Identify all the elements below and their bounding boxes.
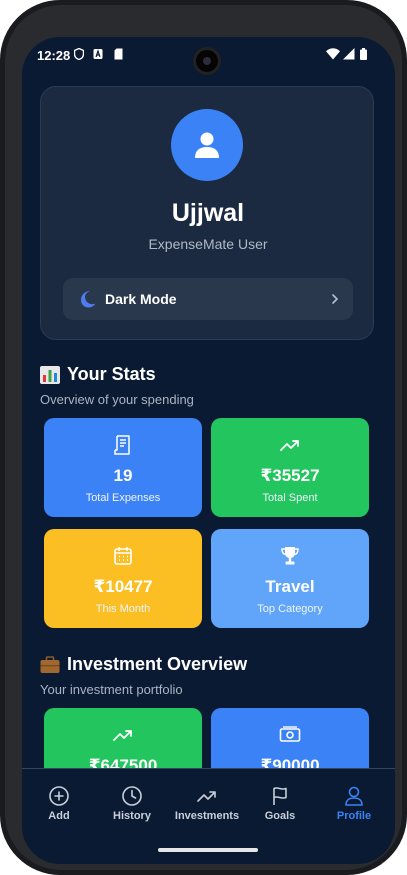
- moon-icon: [81, 291, 96, 308]
- front-camera: [193, 47, 221, 75]
- trending-up-icon: [280, 440, 299, 451]
- nav-item-goals[interactable]: Goals: [243, 785, 317, 822]
- stats-title-text: Your Stats: [67, 364, 156, 384]
- stats-subtitle: Overview of your spending: [40, 392, 194, 407]
- trending-up-icon: [197, 791, 216, 802]
- nav-label: Add: [48, 810, 70, 822]
- investment-title-text: Investment Overview: [67, 654, 248, 674]
- phone-bezel: 12:28 Ujjwal ExpenseMate User Dark Mode …: [5, 5, 402, 870]
- stat-value: ₹10477: [93, 577, 153, 596]
- stat-card-top-category[interactable]: Travel Top Category: [211, 529, 369, 628]
- stats-section-title: Your Stats: [40, 364, 156, 385]
- nav-item-profile[interactable]: Profile: [317, 785, 391, 822]
- stat-value: 19: [113, 466, 133, 485]
- flag-icon: [273, 787, 287, 805]
- app-screen: 12:28 Ujjwal ExpenseMate User Dark Mode …: [22, 37, 395, 864]
- stat-value: Travel: [265, 577, 315, 596]
- cash-icon: [279, 726, 301, 742]
- investment-subtitle: Your investment portfolio: [40, 682, 183, 697]
- nav-label: Investments: [174, 810, 240, 822]
- stat-value: ₹35527: [260, 466, 320, 485]
- wifi-icon: [326, 48, 340, 60]
- nav-label: Profile: [336, 810, 372, 822]
- trophy-icon: [281, 547, 299, 565]
- avatar[interactable]: [171, 109, 243, 181]
- nav-item-add[interactable]: Add: [22, 785, 96, 822]
- notification-a-icon: [93, 49, 103, 59]
- plus-circle-icon: [49, 786, 69, 806]
- bar-chart-emoji-icon: [40, 365, 60, 384]
- status-time: 12:28: [37, 48, 71, 63]
- investment-section-title: Investment Overview: [40, 654, 247, 675]
- stat-label: Top Category: [257, 603, 323, 615]
- nav-item-investments[interactable]: Investments: [170, 785, 244, 822]
- profile-card: Ujjwal ExpenseMate User Dark Mode: [40, 86, 374, 340]
- trending-up-icon: [113, 730, 132, 741]
- chevron-right-icon: [332, 294, 339, 304]
- stat-card-total-expenses[interactable]: 19 Total Expenses: [44, 418, 202, 517]
- stat-card-total-spent[interactable]: ₹35527 Total Spent: [211, 418, 369, 517]
- user-icon: [195, 132, 219, 158]
- home-indicator[interactable]: [158, 848, 258, 852]
- nav-label: History: [113, 810, 151, 822]
- stat-card-this-month[interactable]: ₹10477 This Month: [44, 529, 202, 628]
- receipt-icon: [114, 435, 130, 455]
- calendar-icon: [114, 547, 132, 565]
- stat-label: This Month: [95, 603, 151, 615]
- signal-icon: [343, 48, 355, 60]
- shield-icon: [74, 48, 84, 60]
- nav-label: Goals: [264, 810, 296, 822]
- user-subtitle: ExpenseMate User: [148, 236, 268, 252]
- dark-mode-toggle[interactable]: Dark Mode: [63, 278, 353, 320]
- nav-item-history[interactable]: History: [95, 785, 169, 822]
- user-icon: [345, 786, 363, 806]
- briefcase-emoji-icon: [40, 655, 60, 673]
- phone-frame: 12:28 Ujjwal ExpenseMate User Dark Mode …: [0, 0, 407, 875]
- sd-card-icon: [114, 48, 123, 60]
- clock-icon: [122, 786, 142, 806]
- battery-icon: [360, 48, 367, 60]
- stat-label: Total Spent: [262, 492, 318, 504]
- user-name: Ujjwal: [171, 199, 245, 227]
- stat-label: Total Expenses: [85, 492, 161, 504]
- dark-mode-label: Dark Mode: [105, 291, 177, 307]
